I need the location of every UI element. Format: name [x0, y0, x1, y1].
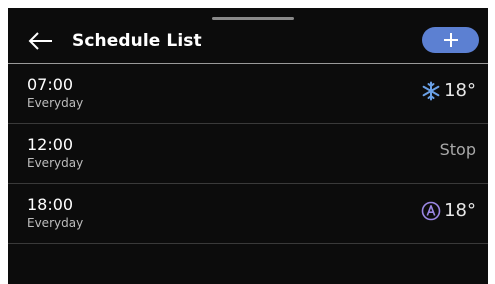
schedule-item[interactable]: 18:00 Everyday 18°	[8, 184, 488, 244]
schedule-time: 18:00	[27, 195, 74, 214]
header: Schedule List	[8, 22, 488, 63]
back-button[interactable]	[22, 26, 58, 56]
arrow-left-icon	[28, 32, 52, 50]
schedule-time: 12:00	[27, 135, 74, 154]
schedule-status: Stop	[440, 140, 476, 159]
schedule-status: 18°	[421, 80, 476, 101]
stop-label: Stop	[439, 140, 476, 159]
schedule-status: 18°	[421, 200, 476, 221]
add-schedule-button[interactable]	[422, 27, 479, 53]
schedule-list-screen: Schedule List 07:00 Everyday 18° 12:00 E…	[8, 8, 488, 284]
target-temperature: 18°	[444, 80, 476, 101]
schedule-time: 07:00	[27, 75, 74, 94]
schedule-repeat: Everyday	[27, 96, 84, 110]
schedule-repeat: Everyday	[27, 156, 84, 170]
target-temperature: 18°	[444, 200, 476, 221]
schedule-repeat: Everyday	[27, 216, 84, 230]
drag-handle[interactable]	[212, 17, 294, 20]
cool-snowflake-icon	[422, 81, 440, 100]
plus-icon	[443, 33, 458, 47]
schedule-item[interactable]: 12:00 Everyday Stop	[8, 124, 488, 184]
page-title: Schedule List	[72, 31, 202, 51]
schedule-item[interactable]: 07:00 Everyday 18°	[8, 64, 488, 124]
auto-mode-icon	[421, 201, 441, 220]
